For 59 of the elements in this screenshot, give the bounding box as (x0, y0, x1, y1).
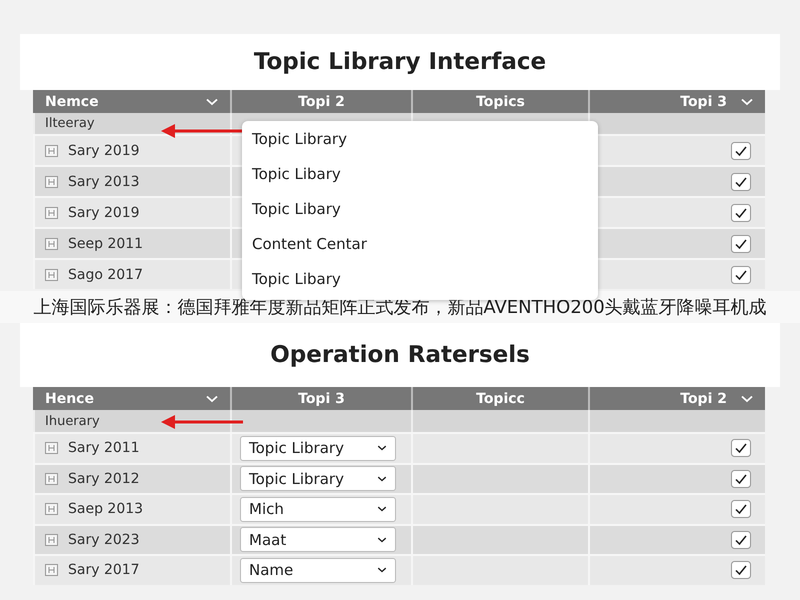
section-title: Operation Ratersels (20, 323, 780, 387)
arrow-icon (161, 415, 243, 429)
list-icon (45, 176, 58, 188)
chevron-icon (377, 567, 387, 574)
menu-item[interactable]: Topic Libary (242, 156, 598, 191)
checkbox[interactable] (731, 234, 751, 252)
row-name: Sary 2012 (68, 470, 140, 487)
chevron-icon (377, 445, 387, 452)
checkbox[interactable] (731, 439, 751, 458)
select-field[interactable]: Maat (240, 527, 396, 552)
column-header[interactable]: Nemce (33, 90, 230, 113)
list-icon (45, 206, 58, 218)
list-icon (45, 238, 58, 250)
chevron-icon (377, 506, 387, 512)
menu-item[interactable]: Content Centar (242, 226, 598, 261)
column-header[interactable]: Topi 3 (230, 387, 411, 410)
row-name: Sary 2019 (68, 142, 140, 158)
chevron-icon (377, 536, 387, 543)
list-icon (45, 144, 58, 156)
row-name: Sary 2017 (68, 562, 140, 578)
row-name: Saep 2013 (68, 501, 144, 518)
arrow-icon (161, 124, 243, 138)
checkbox[interactable] (731, 530, 751, 549)
list-icon (45, 503, 58, 516)
checkbox[interactable] (731, 266, 751, 284)
row-name: Sary 2019 (68, 204, 140, 220)
column-header[interactable]: Hence (33, 387, 230, 410)
column-header[interactable]: Topi 2 (230, 90, 411, 113)
checkbox[interactable] (731, 470, 751, 488)
checkbox[interactable] (731, 204, 751, 222)
checkbox[interactable] (731, 500, 751, 518)
column-header[interactable]: Topicc (411, 387, 588, 410)
checkbox[interactable] (731, 561, 751, 580)
menu-item[interactable]: Topic Libary (242, 261, 598, 296)
row-name: Sary 2011 (68, 440, 140, 456)
select-field[interactable]: Mich (240, 496, 396, 522)
select-field[interactable]: Topic Library (240, 466, 396, 492)
list-icon (45, 268, 58, 280)
select-field[interactable]: Topic Library (240, 436, 396, 461)
list-icon (45, 564, 58, 576)
row-name: Sary 2023 (68, 532, 140, 548)
section-title: Topic Library Interface (20, 34, 780, 90)
chevron-icon (377, 476, 387, 482)
group-label: Ihuerary (33, 410, 230, 432)
menu-item[interactable]: Topic Libary (242, 191, 598, 226)
column-header[interactable]: Topi 2 (588, 387, 765, 410)
select-field[interactable]: Name (240, 558, 396, 583)
group-label: Ilteeray (33, 113, 230, 134)
list-icon (45, 472, 58, 485)
checkbox[interactable] (731, 142, 751, 160)
row-name: Sary 2013 (68, 174, 140, 190)
column-header[interactable]: Topi 3 (588, 90, 765, 113)
row-name: Seep 2011 (68, 236, 144, 252)
row-name: Sago 2017 (68, 266, 143, 282)
list-icon (45, 534, 58, 546)
checkbox[interactable] (731, 172, 751, 190)
list-icon (45, 442, 58, 454)
column-header[interactable]: Topics (411, 90, 588, 113)
menu-item[interactable]: Topic Library (242, 121, 598, 156)
